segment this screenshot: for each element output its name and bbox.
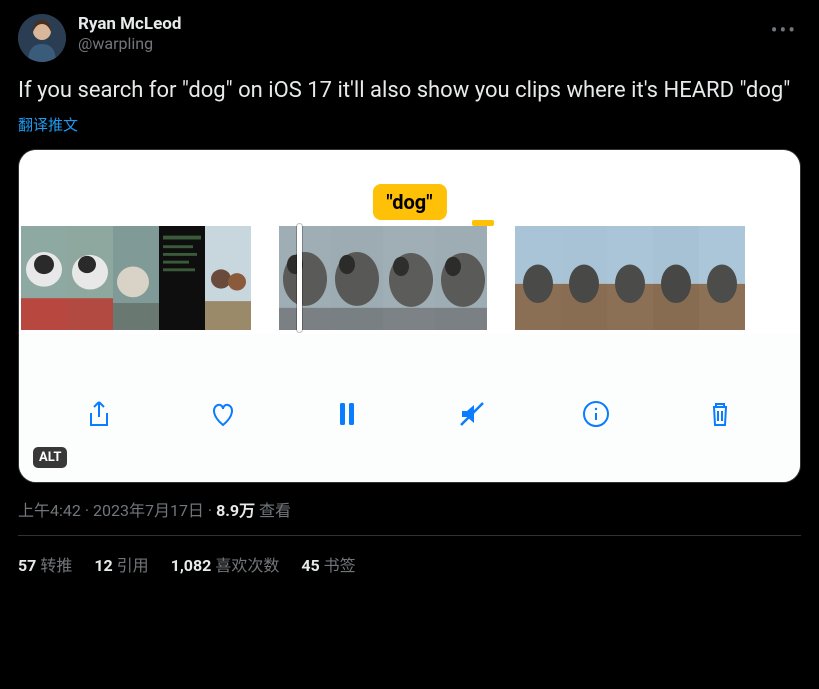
quotes-stat[interactable]: 12 引用	[94, 552, 148, 576]
translate-link[interactable]: 翻译推文	[18, 114, 78, 135]
info-icon[interactable]	[579, 397, 613, 431]
alt-badge[interactable]: ALT	[33, 447, 67, 468]
tweet-text: If you search for "dog" on iOS 17 it'll …	[18, 76, 801, 106]
media-card[interactable]: "dog"	[18, 149, 801, 483]
display-name: Ryan McLeod	[78, 14, 755, 34]
trash-icon[interactable]	[703, 397, 737, 431]
clip-timeline[interactable]	[19, 226, 800, 334]
clip-thumbnail	[113, 226, 159, 330]
tweet-stats: 57 转推 12 引用 1,082 喜欢次数 45 书签	[18, 536, 801, 588]
views-label: 查看	[255, 501, 291, 520]
clip-thumbnail	[607, 226, 653, 330]
pause-icon[interactable]	[330, 397, 364, 431]
tweet-time[interactable]: 上午4:42	[18, 501, 81, 520]
clip-thumbnail	[383, 226, 435, 330]
clip-thumbnail	[159, 226, 205, 330]
tweet-date[interactable]: 2023年7月17日	[93, 501, 204, 520]
share-icon[interactable]	[82, 397, 116, 431]
clip-thumbnail	[699, 226, 745, 330]
clip-thumbnail	[435, 226, 487, 330]
tweet-header: Ryan McLeod @warpling •••	[18, 14, 801, 62]
search-term-label: "dog"	[372, 184, 446, 220]
author-name-block[interactable]: Ryan McLeod @warpling	[78, 14, 755, 54]
tweet-meta: 上午4:42 · 2023年7月17日 · 8.9万 查看	[18, 497, 801, 536]
tweet-container: Ryan McLeod @warpling ••• If you search …	[0, 0, 819, 588]
clip-group-1[interactable]	[21, 226, 251, 330]
playhead[interactable]	[297, 224, 302, 332]
clip-thumbnail	[67, 226, 113, 330]
heart-icon[interactable]	[206, 397, 240, 431]
handle: @warpling	[78, 34, 755, 54]
mute-icon[interactable]	[455, 397, 489, 431]
views-count: 8.9万	[216, 501, 255, 520]
clip-thumbnail	[653, 226, 699, 330]
clip-thumbnail	[205, 226, 251, 330]
media-toolbar	[19, 334, 800, 482]
clip-thumbnail	[21, 226, 67, 330]
bookmarks-stat[interactable]: 45 书签	[301, 552, 355, 576]
likes-stat[interactable]: 1,082 喜欢次数	[171, 552, 280, 576]
clip-thumbnail	[279, 226, 331, 330]
avatar[interactable]	[18, 14, 66, 62]
clip-group-2[interactable]	[279, 226, 487, 330]
retweets-stat[interactable]: 57 转推	[18, 552, 72, 576]
more-icon[interactable]: •••	[767, 14, 801, 46]
clip-thumbnail	[331, 226, 383, 330]
clip-group-3[interactable]	[515, 226, 745, 330]
clip-thumbnail	[515, 226, 561, 330]
media-inner: "dog"	[19, 150, 800, 482]
media-header-area: "dog"	[19, 150, 800, 226]
clip-thumbnail	[561, 226, 607, 330]
